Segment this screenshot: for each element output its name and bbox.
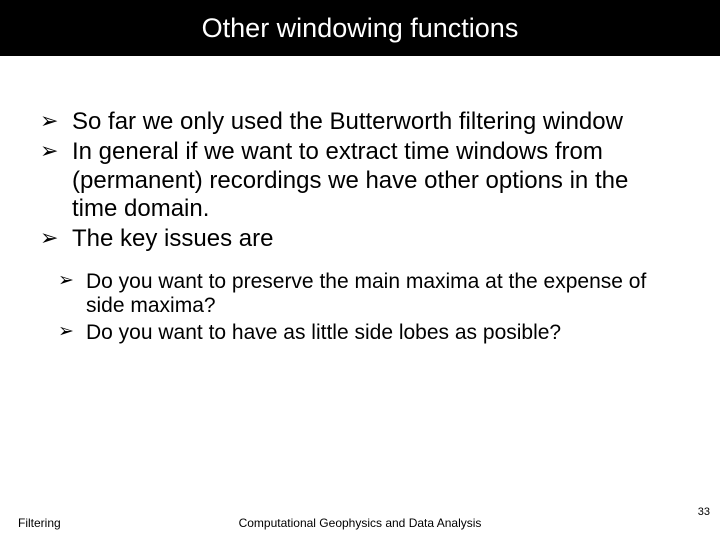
slide-footer: Filtering Computational Geophysics and D…: [0, 504, 720, 534]
bullet-text: In general if we want to extract time wi…: [72, 138, 628, 222]
page-number: 33: [698, 506, 710, 518]
slide-title-bar: Other windowing functions: [0, 0, 720, 56]
bullet-item: So far we only used the Butterworth filt…: [40, 108, 680, 136]
main-bullet-list: So far we only used the Butterworth filt…: [40, 108, 680, 254]
sub-bullet-item: Do you want to preserve the main maxima …: [58, 270, 680, 320]
slide-title: Other windowing functions: [202, 13, 519, 44]
bullet-text: The key issues are: [72, 225, 273, 252]
bullet-item: The key issues are: [40, 225, 680, 253]
slide-body: So far we only used the Butterworth filt…: [0, 56, 720, 346]
sub-bullet-text: Do you want to have as little side lobes…: [86, 321, 561, 344]
sub-bullet-text: Do you want to preserve the main maxima …: [86, 270, 646, 318]
sub-bullet-list: Do you want to preserve the main maxima …: [58, 270, 680, 346]
bullet-item: In general if we want to extract time wi…: [40, 138, 680, 223]
sub-bullet-item: Do you want to have as little side lobes…: [58, 321, 680, 346]
footer-center-label: Computational Geophysics and Data Analys…: [0, 516, 720, 530]
bullet-text: So far we only used the Butterworth filt…: [72, 108, 623, 135]
